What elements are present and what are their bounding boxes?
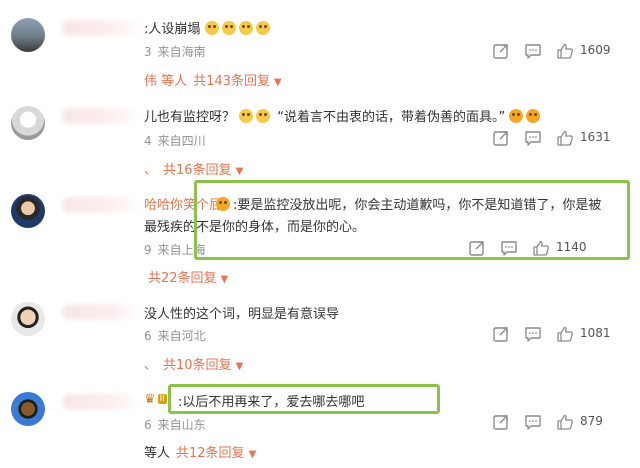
comment-location: 来自海南: [157, 45, 206, 59]
comment-icon[interactable]: [524, 413, 542, 431]
smiley-emoji-icon: [255, 21, 270, 35]
avatar[interactable]: [11, 106, 45, 140]
comment-location: 来自山东: [157, 418, 206, 432]
share-icon[interactable]: [492, 325, 510, 343]
smiley-emoji-icon: [204, 21, 219, 35]
comment-item-4: 没人性的这个词，明显是有意误导 6 来自河北 1081 、共10条回复 ▼: [0, 284, 640, 376]
avatar[interactable]: [11, 302, 45, 336]
avatar[interactable]: [11, 392, 45, 426]
username-blurred[interactable]: [62, 394, 140, 410]
comment-text: 儿也有监控呀？ “说着言不由衷的话，带着伪善的面具。”: [144, 106, 543, 125]
like-icon[interactable]: [556, 413, 574, 431]
comment-actions: 1609: [492, 42, 640, 62]
crown-badge-icon: ♛ II: [144, 392, 167, 407]
username-blurred[interactable]: [62, 304, 140, 320]
replies-link[interactable]: 等人 共12条回复 ▼: [144, 442, 256, 461]
comment-item-3: 哈哈你笑个屁 :要是监控没放出呢，你会主动道歉吗，你不是知道错了，你是被 最残疾…: [0, 180, 640, 286]
like-count: 1081: [580, 326, 611, 340]
replies-link[interactable]: 伟 等人 共143条回复 ▼: [144, 70, 282, 89]
comment-actions: 879: [492, 413, 640, 433]
comment-item-1: :人设崩塌 3 来自海南 1609 伟 等人 共143条回复 ▼: [0, 0, 640, 96]
like-icon[interactable]: [556, 129, 574, 147]
replies-link[interactable]: 、共10条回复 ▼: [144, 354, 243, 373]
comment-actions: 1081: [492, 325, 640, 345]
caret-down-icon: ▼: [248, 449, 257, 460]
smiley-emoji-icon: [509, 109, 524, 123]
comment-item-2: 儿也有监控呀？ “说着言不由衷的话，带着伪善的面具。” 4 来自四川 1631 、…: [0, 96, 640, 184]
like-count: 1609: [580, 43, 611, 57]
smiley-emoji-icon: [238, 21, 253, 35]
smiley-emoji-icon: [239, 109, 254, 123]
avatar[interactable]: [11, 18, 45, 52]
username-blurred[interactable]: [62, 20, 142, 36]
replies-link[interactable]: 、共16条回复 ▼: [144, 159, 243, 178]
comment-icon[interactable]: [524, 129, 542, 147]
smiley-emoji-icon: [256, 109, 271, 123]
caret-down-icon: ▼: [273, 77, 282, 88]
comment-text: 没人性的这个词，明显是有意误导: [144, 307, 340, 322]
share-icon[interactable]: [492, 413, 510, 431]
comment-meta: 4 来自四川: [144, 134, 206, 148]
highlight-box: [194, 180, 630, 260]
comment-icon[interactable]: [524, 325, 542, 343]
username-blurred[interactable]: [62, 108, 140, 124]
like-count: 879: [580, 414, 603, 428]
comment-location: 来自河北: [157, 329, 206, 343]
username-blurred[interactable]: [62, 197, 140, 213]
comment-meta: 3 来自海南: [144, 45, 206, 59]
comment-item-5: ♛ II :以后不用再来了，爱去哪去哪吧 6 来自山东 879 等人 共12条回复 ▼: [0, 376, 640, 468]
comment-meta: 6 来自山东: [144, 418, 206, 432]
comment-text: :人设崩塌: [144, 18, 273, 37]
comment-icon[interactable]: [524, 42, 542, 60]
share-icon[interactable]: [492, 42, 510, 60]
share-icon[interactable]: [492, 129, 510, 147]
avatar[interactable]: [11, 194, 45, 228]
like-count: 1631: [580, 130, 611, 144]
like-icon[interactable]: [556, 325, 574, 343]
smiley-emoji-icon: [221, 21, 236, 35]
caret-down-icon: ▼: [235, 361, 244, 372]
smiley-emoji-icon: [526, 109, 541, 123]
comment-actions: 1631: [492, 129, 640, 149]
comment-meta: 6 来自河北: [144, 329, 206, 343]
like-icon[interactable]: [556, 42, 574, 60]
comment-location: 来自四川: [157, 134, 206, 148]
highlight-box: [168, 384, 440, 414]
caret-down-icon: ▼: [235, 166, 244, 177]
